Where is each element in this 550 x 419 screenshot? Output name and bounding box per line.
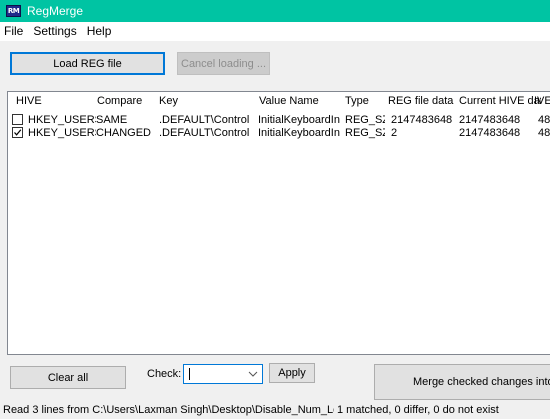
table-row[interactable]: HKEY_USERS CHANGED .DEFAULT\Control Pa I…: [8, 127, 550, 140]
window-title: RegMerge: [27, 4, 84, 18]
registry-list[interactable]: HIVE Compare Key Value Name Type REG fil…: [7, 91, 550, 355]
column-header-compare[interactable]: Compare: [93, 92, 156, 110]
cell-compare: SAME: [96, 114, 128, 126]
cell-type: REG_SZ: [345, 127, 385, 139]
checkmark-icon: [14, 129, 22, 136]
status-bar: Read 3 lines from C:\Users\Laxman Singh\…: [0, 402, 550, 419]
row-checkbox[interactable]: [12, 127, 23, 138]
check-combobox[interactable]: [183, 364, 263, 384]
status-summary: 1 matched, 0 differ, 0 do not exist: [337, 404, 499, 416]
column-header-reg-file-data[interactable]: REG file data: [384, 92, 466, 110]
clear-all-button[interactable]: Clear all: [10, 366, 126, 389]
check-label: Check:: [147, 368, 182, 380]
row-checkbox[interactable]: [12, 114, 23, 125]
cell-hive-data: 2147483648: [459, 127, 521, 139]
cell-key: .DEFAULT\Control Pa: [159, 114, 251, 126]
text-caret: [189, 368, 190, 380]
status-file-path: Read 3 lines from C:\Users\Laxman Singh\…: [3, 404, 334, 416]
menu-bar: File Settings Help: [0, 22, 550, 41]
column-header-current-hive-data[interactable]: Current HIVE data: [455, 92, 541, 110]
cell-hive: HKEY_USERS: [28, 127, 96, 139]
table-row[interactable]: HKEY_USERS SAME .DEFAULT\Control Pa Init…: [8, 114, 550, 127]
merge-button[interactable]: Merge checked changes into reg: [374, 364, 550, 400]
title-bar: RM RegMerge: [0, 0, 550, 22]
cell-hive: HKEY_USERS: [28, 114, 96, 126]
menu-help[interactable]: Help: [82, 22, 117, 41]
app-icon: RM: [6, 5, 21, 17]
cell-extra: 48: [538, 127, 550, 139]
cell-reg-data: 2147483648: [391, 114, 453, 126]
cell-hive-data: 2147483648: [459, 114, 521, 126]
apply-button[interactable]: Apply: [269, 363, 315, 383]
cell-compare: CHANGED: [96, 127, 152, 139]
chevron-down-icon[interactable]: [248, 370, 258, 378]
menu-file[interactable]: File: [0, 22, 28, 41]
load-reg-file-button[interactable]: Load REG file: [10, 52, 165, 75]
menu-settings[interactable]: Settings: [28, 22, 81, 41]
cell-value-name: InitialKeyboardInc: [258, 114, 340, 126]
cell-extra: 48: [538, 114, 550, 126]
column-header-type[interactable]: Type: [341, 92, 388, 110]
column-header-hive[interactable]: HIVE: [12, 92, 100, 110]
column-header-value-name[interactable]: Value Name: [255, 92, 345, 110]
column-header-key[interactable]: Key: [155, 92, 256, 110]
cell-value-name: InitialKeyboardInc: [258, 127, 340, 139]
cell-key: .DEFAULT\Control Pa: [159, 127, 251, 139]
cell-type: REG_SZ: [345, 114, 385, 126]
column-header-extra[interactable]: IVE: [534, 92, 550, 110]
list-header: HIVE Compare Key Value Name Type REG fil…: [8, 92, 550, 110]
cancel-loading-button[interactable]: Cancel loading ...: [177, 52, 270, 75]
cell-reg-data: 2: [391, 127, 398, 139]
